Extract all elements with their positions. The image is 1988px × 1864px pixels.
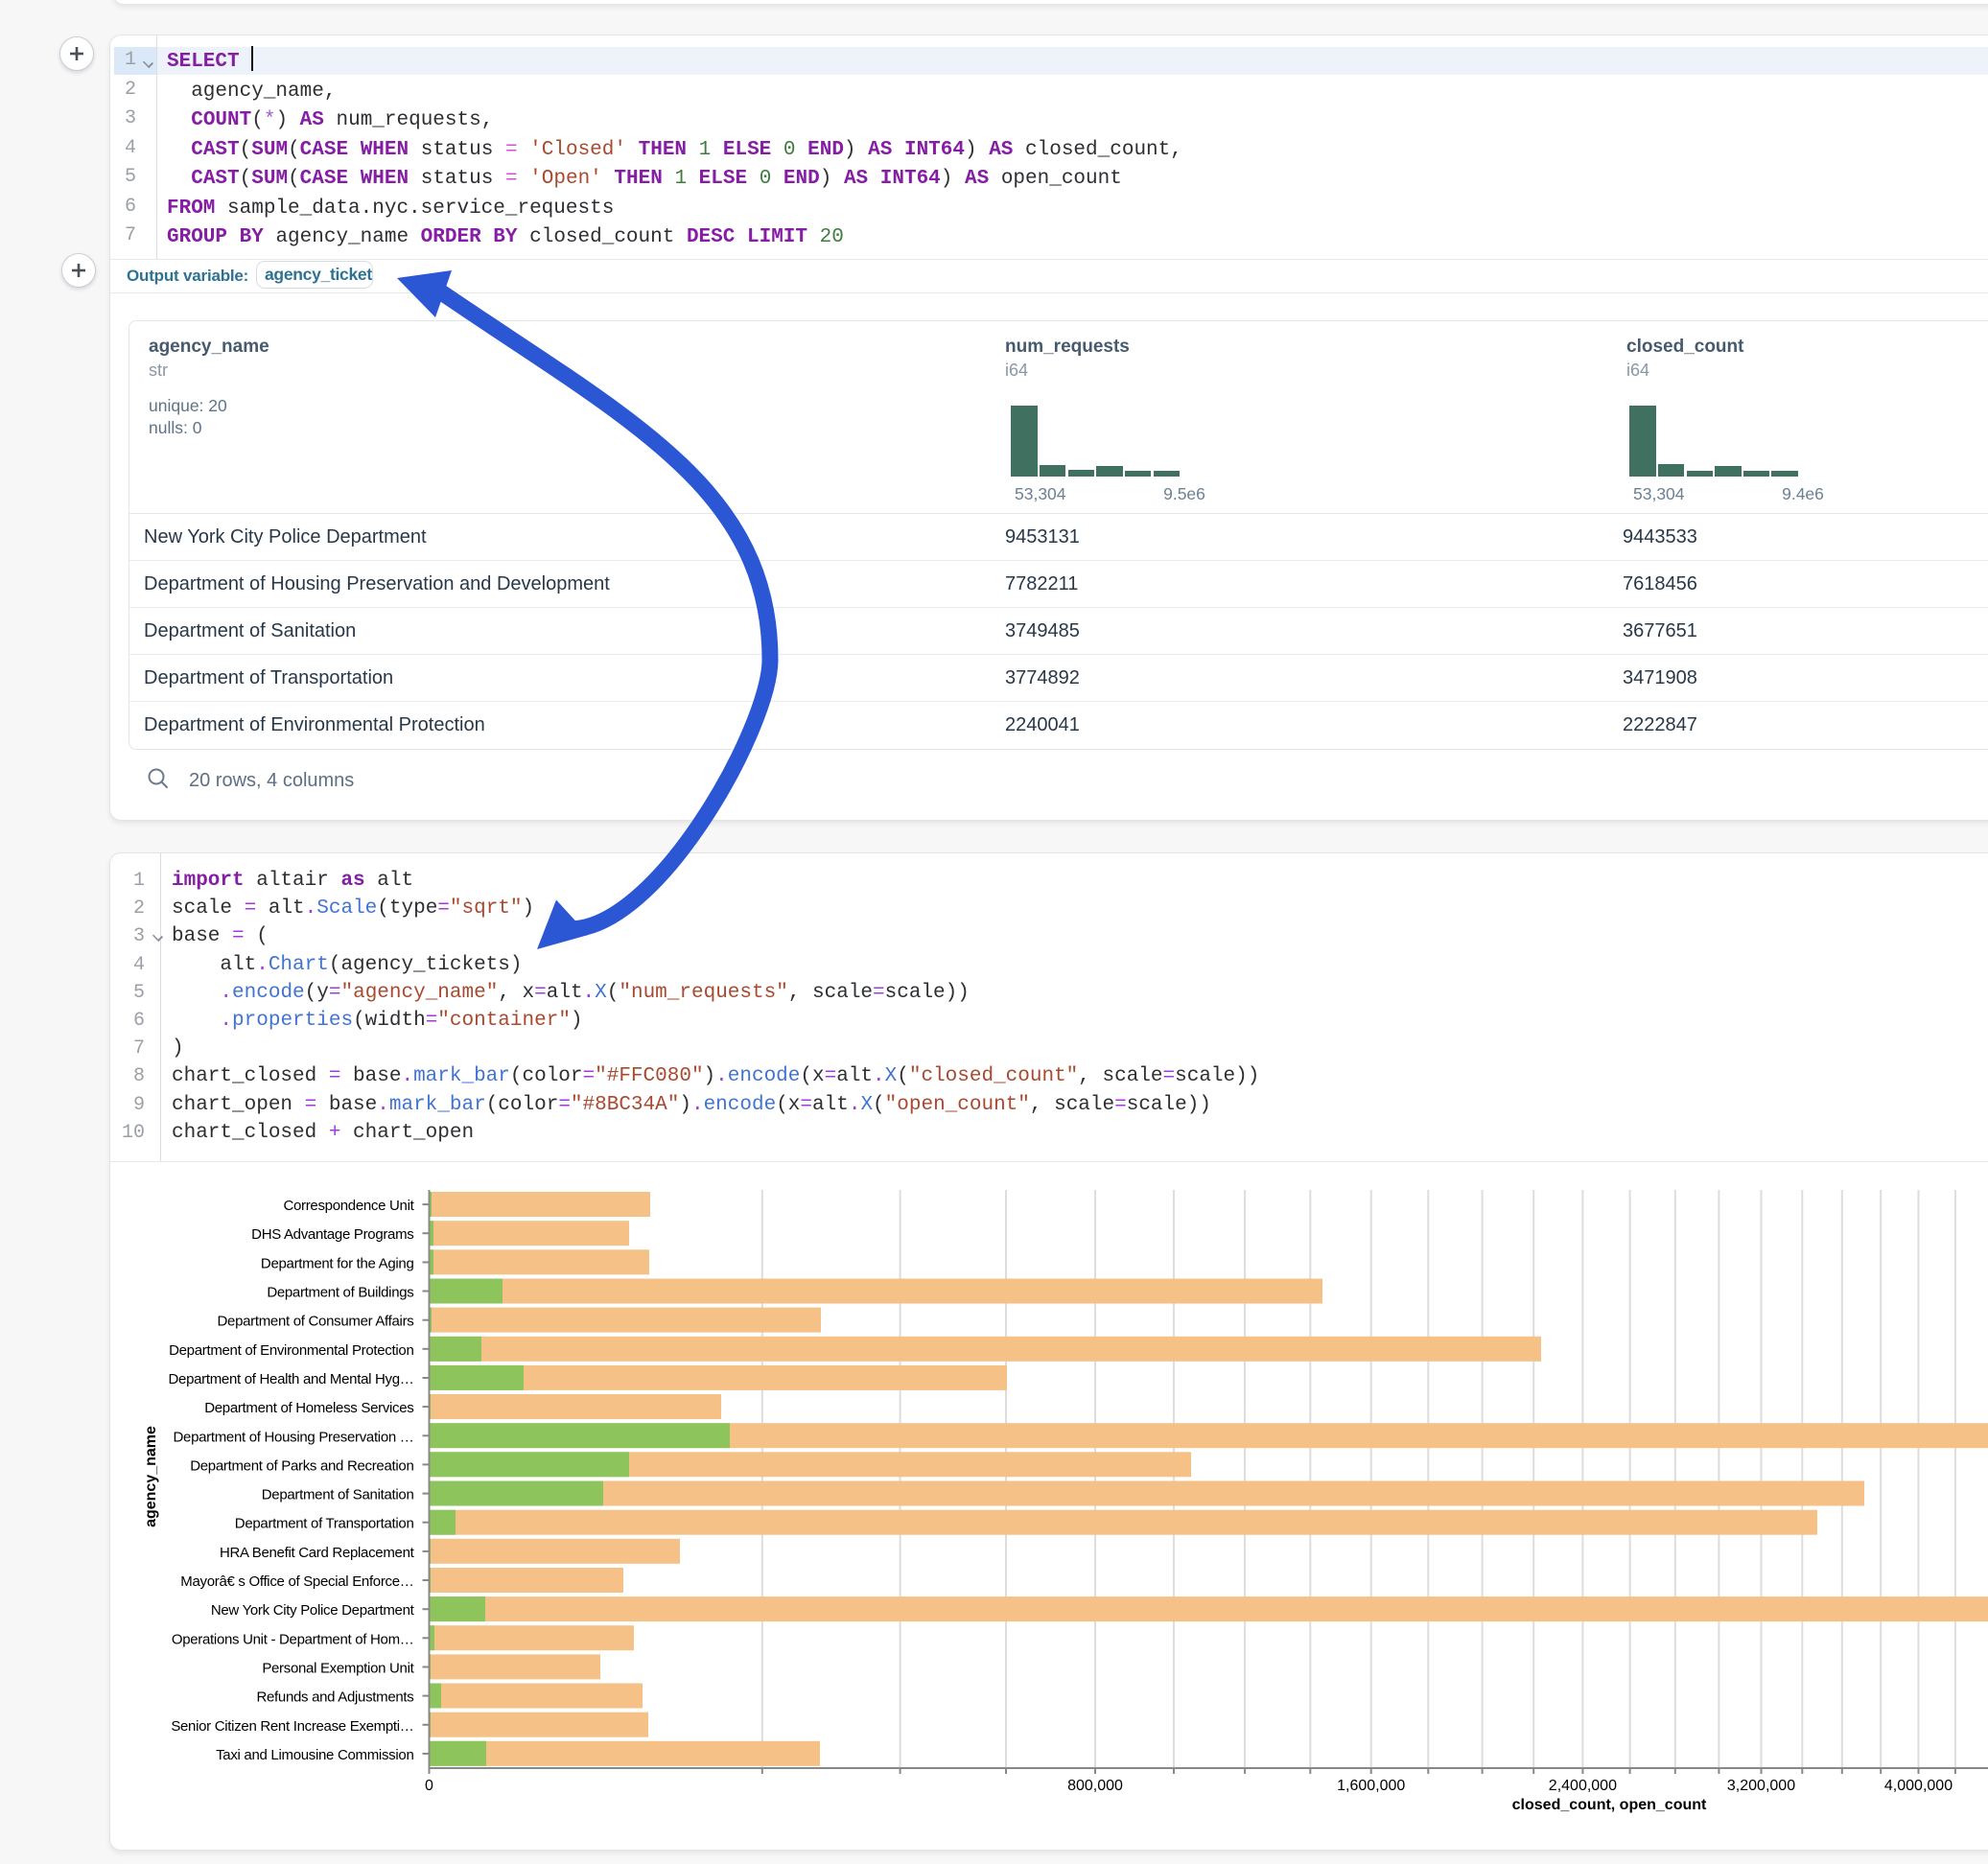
svg-text:Department of Housing Preserva: Department of Housing Preservation …: [174, 1429, 414, 1445]
svg-text:Department of Transportation: Department of Transportation: [235, 1516, 414, 1532]
svg-text:closed_count, open_count: closed_count, open_count: [1512, 1797, 1707, 1813]
svg-text:Department of Sanitation: Department of Sanitation: [262, 1487, 414, 1503]
svg-text:Mayorâ€ s Office of Special En: Mayorâ€ s Office of Special Enforce…: [180, 1573, 413, 1590]
svg-text:1,600,000: 1,600,000: [1337, 1778, 1405, 1794]
svg-text:800,000: 800,000: [1067, 1778, 1123, 1794]
svg-text:Department of Health and Menta: Department of Health and Mental Hyg…: [169, 1371, 414, 1387]
svg-text:agency_name: agency_name: [143, 1426, 159, 1527]
svg-text:Operations Unit - Department o: Operations Unit - Department of Hom…: [172, 1631, 414, 1647]
svg-text:HRA Benefit Card Replacement: HRA Benefit Card Replacement: [220, 1545, 415, 1561]
svg-text:Personal Exemption Unit: Personal Exemption Unit: [262, 1661, 414, 1677]
svg-text:2,400,000: 2,400,000: [1549, 1778, 1617, 1794]
svg-text:Department for the Aging: Department for the Aging: [261, 1255, 414, 1271]
svg-text:Taxi and Limousine Commission: Taxi and Limousine Commission: [216, 1747, 413, 1763]
svg-text:New York City Police Departmen: New York City Police Department: [211, 1602, 415, 1619]
svg-text:0: 0: [425, 1778, 433, 1794]
svg-text:4,000,000: 4,000,000: [1884, 1778, 1953, 1794]
svg-text:Department of Buildings: Department of Buildings: [267, 1285, 413, 1301]
svg-text:Correspondence Unit: Correspondence Unit: [283, 1198, 414, 1214]
svg-text:Department of Homeless Service: Department of Homeless Services: [204, 1400, 413, 1416]
svg-text:Department of Consumer Affairs: Department of Consumer Affairs: [218, 1314, 414, 1330]
svg-text:3,200,000: 3,200,000: [1727, 1778, 1795, 1794]
svg-text:DHS Advantage Programs: DHS Advantage Programs: [251, 1226, 413, 1243]
svg-text:Department of Parks and Recrea: Department of Parks and Recreation: [190, 1457, 413, 1474]
svg-text:Department of Environmental Pr: Department of Environmental Protection: [169, 1342, 413, 1359]
svg-text:Senior Citizen Rent Increase E: Senior Citizen Rent Increase Exempti…: [171, 1718, 413, 1735]
svg-text:Refunds and Adjustments: Refunds and Adjustments: [256, 1689, 413, 1706]
